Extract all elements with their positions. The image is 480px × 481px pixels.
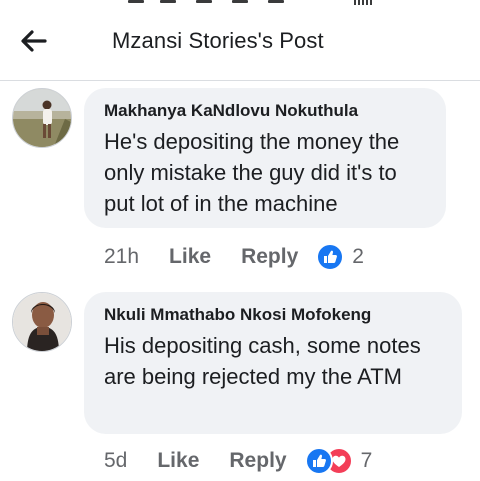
- comment-text: He's depositing the money the only mista…: [104, 129, 400, 216]
- like-reaction-icon: [304, 447, 333, 475]
- comment-item: Makhanya KaNdlovu Nokuthula He's deposit…: [0, 86, 480, 276]
- reaction-summary[interactable]: [316, 243, 345, 271]
- reaction-summary[interactable]: [304, 447, 353, 475]
- comment-author[interactable]: Makhanya KaNdlovu Nokuthula: [104, 100, 430, 122]
- reply-button[interactable]: Reply: [241, 245, 298, 269]
- avatar[interactable]: [12, 88, 72, 148]
- back-button[interactable]: [14, 24, 54, 58]
- comment-timestamp[interactable]: 5d: [104, 449, 127, 473]
- status-mark: [128, 0, 144, 3]
- comment-author[interactable]: Nkuli Mmathabo Nkosi Mofokeng: [104, 304, 446, 326]
- avatar-photo: [13, 89, 71, 147]
- reaction-count[interactable]: 7: [361, 449, 373, 473]
- like-button[interactable]: Like: [157, 449, 199, 473]
- comment-text: His depositing cash, some notes are bein…: [104, 333, 421, 389]
- comment-item: Nkuli Mmathabo Nkosi Mofokeng His deposi…: [0, 290, 480, 480]
- comment-actions: 21h Like Reply 2: [104, 242, 364, 272]
- comment-timestamp[interactable]: 21h: [104, 245, 139, 269]
- like-reaction-icon: [316, 243, 345, 271]
- status-mark: [268, 0, 284, 3]
- status-bar: [0, 0, 480, 8]
- reaction-count[interactable]: 2: [352, 245, 364, 269]
- arrow-left-icon: [21, 30, 47, 52]
- page-title: Mzansi Stories's Post: [112, 28, 324, 53]
- post-header: Mzansi Stories's Post: [0, 8, 480, 81]
- post-comments-screen: Mzansi Stories's Post Makhanya KaNdlovu …: [0, 0, 480, 481]
- reply-button[interactable]: Reply: [229, 449, 286, 473]
- status-mark: [196, 0, 212, 3]
- status-mark: [160, 0, 176, 3]
- like-button[interactable]: Like: [169, 245, 211, 269]
- comment-bubble: Nkuli Mmathabo Nkosi Mofokeng His deposi…: [84, 292, 462, 434]
- comment-bubble: Makhanya KaNdlovu Nokuthula He's deposit…: [84, 88, 446, 228]
- avatar-photo: [13, 293, 71, 351]
- avatar[interactable]: [12, 292, 72, 352]
- status-mark: [232, 0, 248, 3]
- status-dots: [354, 0, 372, 5]
- comment-actions: 5d Like Reply 7: [104, 446, 372, 476]
